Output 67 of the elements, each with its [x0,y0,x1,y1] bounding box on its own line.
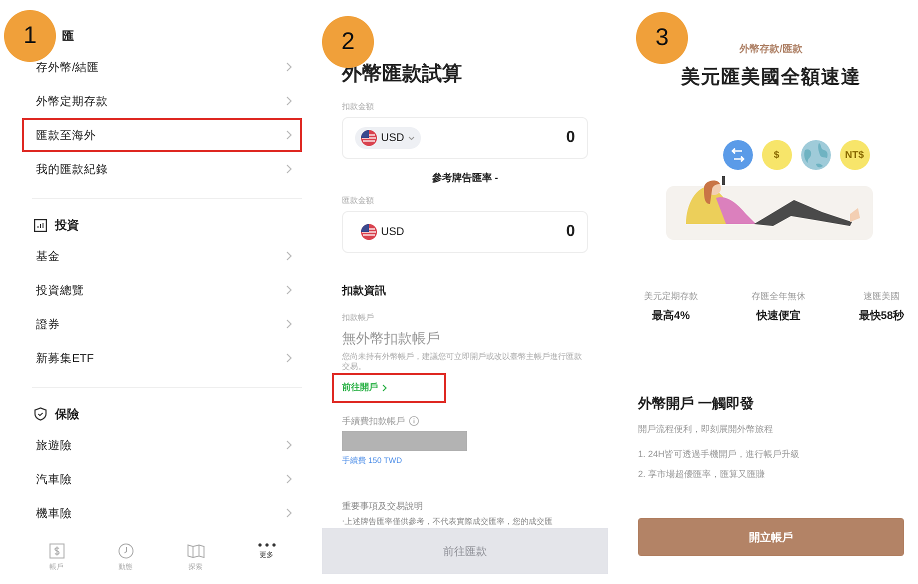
caret-icon [408,136,416,140]
step-badge: 3 [636,12,688,64]
chevron-icon [286,285,292,295]
field-label: 扣款帳戶 [342,312,375,323]
amount-field[interactable]: USD 0 [342,117,588,159]
feature-caption: 存匯全年無休 [751,290,806,303]
chevron-icon [286,62,292,72]
section-title: 保險 [55,406,79,422]
flag-icon [361,130,377,146]
notes-text: ‧上述牌告匯率僅供參考，不代表實際成交匯率，您的成交匯 [342,516,554,527]
exchange-rate-text: 參考牌告匯率 - [430,171,500,185]
section-title: 外幣開戶 一觸即發 [638,395,754,413]
shield-icon [34,407,47,421]
feature-caption: 美元定期存款 [644,290,698,303]
menu-item[interactable]: 投資總覽 [22,273,302,307]
chevron-icon [286,164,292,174]
menu-item[interactable]: 外幣定期存款 [22,84,302,118]
section-title: 投資 [55,216,79,234]
notes-title: 重要事項及交易說明 [342,500,424,513]
benefit-text: 1. 24H皆可透過手機開戶，進行帳戶升級 [638,448,800,461]
feature-caption: 速匯美國 [863,290,900,303]
feature-value: 最高4% [652,308,690,323]
chevron-icon [286,319,292,329]
chevron-icon [286,251,292,261]
clock-icon [118,543,134,559]
step-badge: 1 [4,10,56,62]
amount-field[interactable]: USD 0 [342,211,588,253]
flag-icon [361,224,377,240]
chevron-icon [286,474,292,484]
account-note: 您尚未持有外幣帳戶，建議您可立即開戶或改以臺幣主帳戶進行匯款交易。 [342,352,583,373]
menu-item[interactable]: 機車險 [22,496,302,530]
category-label: 外幣存款/匯款 [740,42,802,56]
dollar-icon [48,543,64,559]
map-icon [186,543,204,559]
benefit-text: 2. 享市場超優匯率，匯算又匯賺 [638,468,766,481]
currency-code: USD [381,226,404,238]
chevron-icon [382,384,387,392]
chart-icon [34,218,47,232]
currency-dropdown[interactable]: USD [355,127,422,149]
menu-item[interactable]: 旅遊險 [22,428,302,462]
section-title: 匯 [62,28,74,44]
account-value: 無外幣扣款帳戶 [342,330,441,348]
fee-text: 手續費 150 TWD [342,454,404,466]
chevron-icon [286,96,292,106]
field-label: 扣款金額 [342,101,375,112]
section-subtitle: 開戶流程便利，即刻展開外幣旅程 [638,423,773,436]
chevron-icon [286,440,292,450]
coin-icon: $ [762,140,792,170]
field-label: 匯款金額 [342,195,375,206]
more-icon [258,543,276,547]
menu-item[interactable]: 基金 [22,239,302,273]
menu-item[interactable]: 新募集ETF [22,341,302,375]
field-label: 手續費扣款帳戶 [342,414,405,428]
amount-value: 0 [566,223,575,241]
info-icon [409,416,419,426]
chevron-icon [286,508,292,518]
chevron-icon [286,353,292,363]
promo-title: 美元匯美國全額速達 [681,65,861,90]
menu-item[interactable]: 汽車險 [22,462,302,496]
coin-icon: NT$ [840,140,870,170]
menu-item[interactable]: 匯款至海外 [22,118,302,152]
menu-item[interactable]: 證券 [22,307,302,341]
feature-value: 最快58秒 [858,308,904,323]
chevron-icon [286,130,292,140]
section-title: 扣款資訊 [342,284,387,298]
menu-item[interactable]: 我的匯款紀錄 [22,152,302,186]
feature-value: 快速便宜 [756,308,800,323]
